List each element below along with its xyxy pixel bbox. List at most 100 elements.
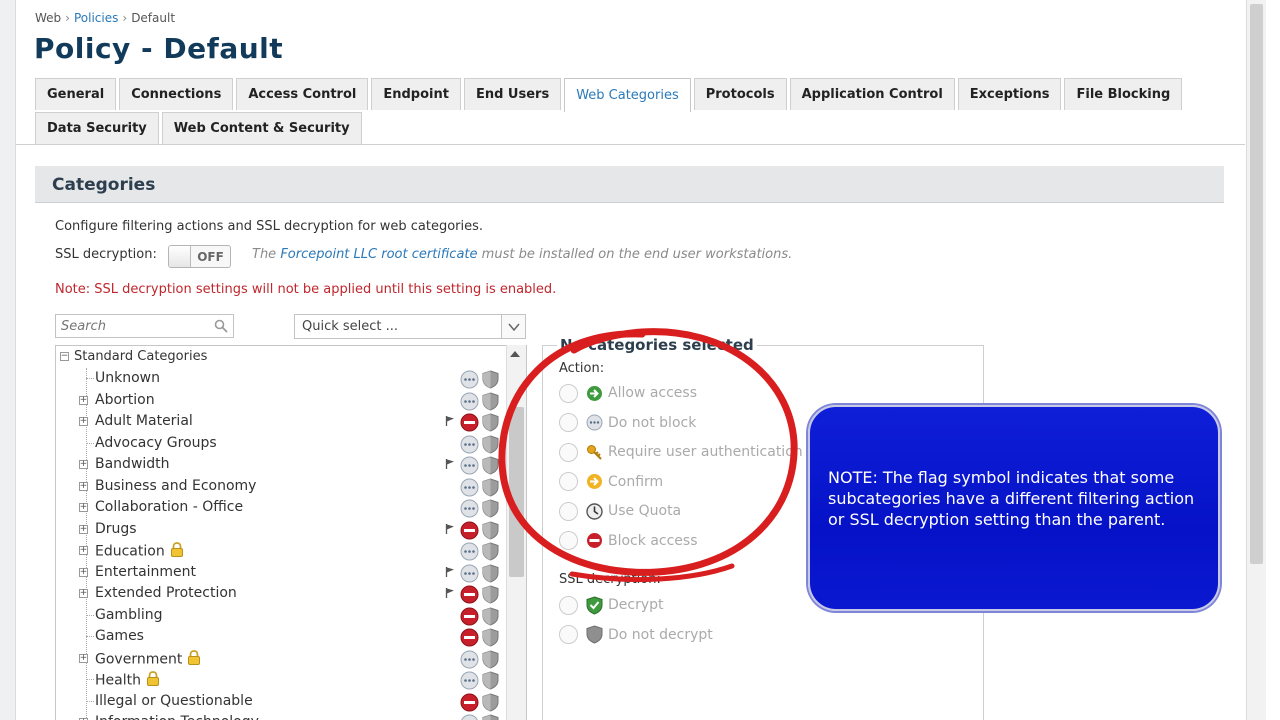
tree-connector bbox=[86, 700, 94, 702]
tree-item-label: Games bbox=[95, 628, 144, 644]
expand-icon[interactable]: + bbox=[79, 460, 88, 469]
search-input[interactable] bbox=[55, 314, 234, 338]
callout-text: NOTE: The flag symbol indicates that som… bbox=[828, 468, 1195, 529]
scroll-up-arrow-icon[interactable] bbox=[510, 351, 520, 357]
option-label: Do not decrypt bbox=[608, 626, 713, 643]
ssl-info-prefix: The bbox=[252, 247, 277, 262]
expand-icon[interactable]: + bbox=[79, 567, 88, 577]
breadcrumb-web[interactable]: Web bbox=[35, 11, 61, 25]
option-label: Confirm bbox=[608, 473, 664, 490]
tree-scrollbar[interactable] bbox=[506, 345, 526, 720]
option-block-access[interactable]: Block access bbox=[559, 530, 698, 552]
quick-select-dropdown[interactable]: Quick select ... bbox=[294, 314, 526, 339]
search-icon[interactable] bbox=[214, 319, 228, 333]
breadcrumb-policies[interactable]: Policies bbox=[74, 11, 118, 25]
tree-item-label: Bandwidth bbox=[95, 456, 170, 472]
option-require-user-authentication[interactable]: Require user authentication bbox=[559, 441, 803, 463]
tree-item-label: Government bbox=[95, 649, 201, 669]
tree-item-unknown[interactable]: Unknown bbox=[76, 368, 506, 389]
tree-item-adult-material[interactable]: + Adult Material bbox=[76, 411, 506, 432]
tree-root-label: Standard Categories bbox=[74, 349, 208, 364]
expand-icon[interactable]: + bbox=[79, 481, 88, 491]
tab-access-control[interactable]: Access Control bbox=[236, 78, 369, 110]
expand-icon[interactable]: + bbox=[79, 589, 88, 598]
expand-icon[interactable]: + bbox=[79, 546, 88, 555]
tree-item-label: Information Technology bbox=[95, 714, 259, 720]
tab-protocols[interactable]: Protocols bbox=[693, 78, 787, 110]
expand-icon[interactable]: + bbox=[79, 395, 88, 405]
permit-action-icon[interactable] bbox=[460, 714, 479, 720]
collapse-icon[interactable]: − bbox=[60, 352, 69, 361]
expand-icon[interactable]: + bbox=[79, 524, 88, 534]
tree-item-health[interactable]: Health bbox=[76, 669, 506, 690]
tree-connector bbox=[86, 614, 94, 616]
ssl-shield-icon[interactable] bbox=[482, 714, 499, 720]
tab-end-users[interactable]: End Users bbox=[463, 78, 562, 110]
page: Web › Policies › Default Policy - Default Ge… bbox=[0, 0, 1280, 720]
ssl-decryption-toggle[interactable]: OFF bbox=[168, 245, 231, 268]
radio-button[interactable] bbox=[559, 531, 578, 550]
tree-item-collaboration-office[interactable]: + Collaboration - Office bbox=[76, 497, 506, 518]
tree-item-bandwidth[interactable]: + Bandwidth bbox=[76, 454, 506, 475]
breadcrumb-default: Default bbox=[131, 11, 176, 25]
tree-item-drugs[interactable]: + Drugs bbox=[76, 519, 506, 540]
flag-icon bbox=[445, 587, 455, 603]
ssl-note: Note: SSL decryption settings will not b… bbox=[55, 282, 557, 297]
option-do-not-decrypt[interactable]: Do not decrypt bbox=[559, 624, 713, 646]
tree-item-label: Illegal or Questionable bbox=[95, 692, 253, 709]
radio-button[interactable] bbox=[559, 625, 578, 644]
root-certificate-link[interactable]: Forcepoint LLC root certificate bbox=[280, 247, 477, 262]
page-scroll-thumb[interactable] bbox=[1250, 4, 1263, 564]
breadcrumb: Web › Policies › Default bbox=[35, 11, 175, 25]
option-label: Require user authentication bbox=[608, 444, 803, 460]
option-decrypt[interactable]: Decrypt bbox=[559, 594, 664, 616]
ssl-info-suffix: must be installed on the end user workst… bbox=[481, 247, 793, 262]
tab-general[interactable]: General bbox=[35, 78, 117, 110]
tree-item-information-technology[interactable]: +Information Technology bbox=[76, 712, 506, 720]
tree-item-extended-protection[interactable]: + Extended Protection bbox=[76, 583, 506, 604]
tab-application-control[interactable]: Application Control bbox=[789, 78, 955, 110]
flag-icon bbox=[445, 458, 455, 474]
tab-connections[interactable]: Connections bbox=[119, 78, 234, 110]
tree-root[interactable]: − Standard Categories bbox=[60, 349, 207, 364]
radio-button[interactable] bbox=[559, 501, 578, 521]
note-callout: NOTE: The flag symbol indicates that som… bbox=[808, 405, 1220, 611]
ssl-decryption-panel-label: SSL decryption: bbox=[559, 572, 661, 587]
tab-data-security[interactable]: Data Security bbox=[35, 112, 159, 144]
expand-icon[interactable]: + bbox=[79, 653, 88, 663]
tree-item-government[interactable]: + Government bbox=[76, 648, 506, 669]
radio-button[interactable] bbox=[559, 413, 578, 432]
scroll-thumb[interactable] bbox=[509, 407, 524, 577]
chevron-down-icon[interactable] bbox=[501, 315, 525, 338]
tab-web-categories[interactable]: Web Categories bbox=[564, 78, 691, 112]
tab-file-blocking[interactable]: File Blocking bbox=[1064, 78, 1183, 110]
option-allow-access[interactable]: Allow access bbox=[559, 382, 697, 404]
radio-button[interactable] bbox=[559, 442, 578, 462]
option-confirm[interactable]: Confirm bbox=[559, 471, 663, 493]
radio-button[interactable] bbox=[559, 383, 578, 403]
tree-connector bbox=[86, 636, 94, 637]
option-use-quota[interactable]: Use Quota bbox=[559, 500, 681, 522]
tree-item-gambling[interactable]: Gambling bbox=[76, 605, 506, 626]
tree-item-education[interactable]: + Education bbox=[76, 540, 506, 561]
radio-button[interactable] bbox=[559, 472, 578, 491]
tree-item-illegal-or-questionable[interactable]: Illegal or Questionable bbox=[76, 691, 506, 712]
tab-endpoint[interactable]: Endpoint bbox=[371, 78, 461, 110]
radio-button[interactable] bbox=[559, 595, 578, 615]
expand-icon[interactable]: + bbox=[79, 503, 88, 512]
lock-icon bbox=[146, 671, 160, 690]
tree-item-business-and-economy[interactable]: + Business and Economy bbox=[76, 476, 506, 497]
expand-icon[interactable]: + bbox=[79, 417, 88, 426]
allow-icon bbox=[586, 385, 603, 402]
tree-item-abortion[interactable]: + Abortion bbox=[76, 390, 506, 411]
tree-item-games[interactable]: Games bbox=[76, 626, 506, 647]
lock-icon bbox=[187, 649, 201, 669]
tree-item-entertainment[interactable]: + Entertainment bbox=[76, 562, 506, 583]
page-scrollbar[interactable] bbox=[1246, 0, 1266, 720]
tree-item-advocacy-groups[interactable]: Advocacy Groups bbox=[76, 433, 506, 454]
tab-web-content-security[interactable]: Web Content & Security bbox=[161, 112, 362, 144]
tab-exceptions[interactable]: Exceptions bbox=[957, 78, 1062, 110]
option-do-not-block[interactable]: Do not block bbox=[559, 412, 696, 434]
breadcrumb-separator: › bbox=[65, 11, 70, 25]
flag-icon bbox=[445, 415, 455, 431]
